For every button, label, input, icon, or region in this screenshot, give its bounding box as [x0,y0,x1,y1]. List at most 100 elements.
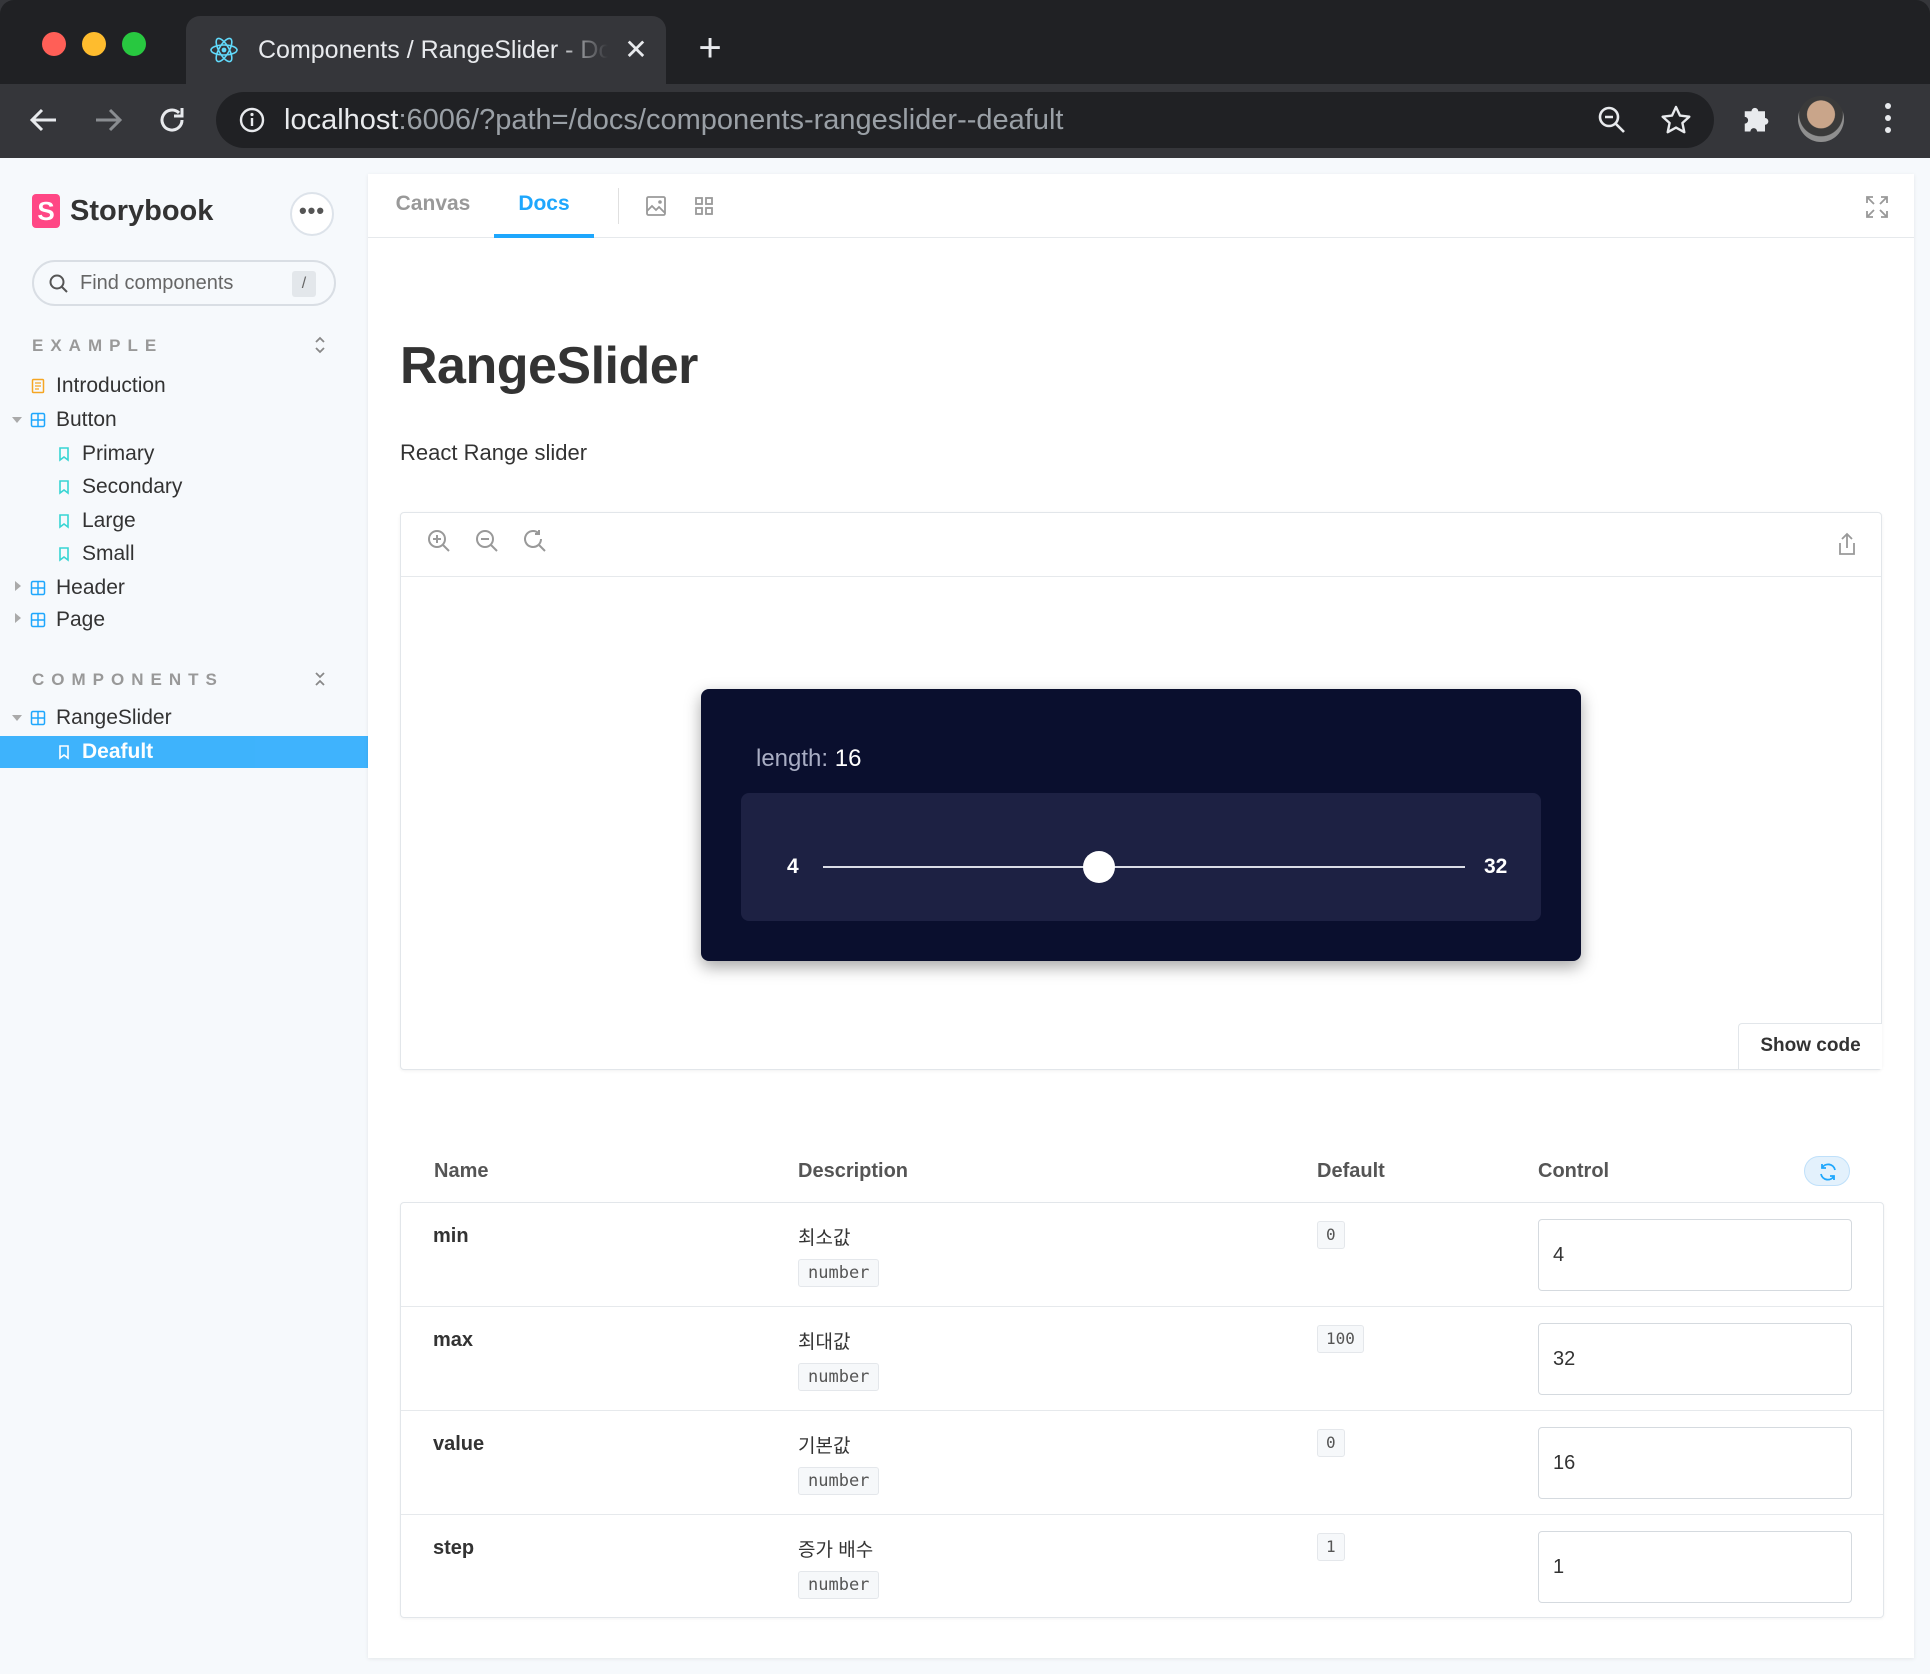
sidebar-menu-button[interactable]: ••• [290,192,334,236]
address-bar[interactable]: localhost:6006/?path=/docs/components-ra… [216,92,1714,148]
slider-max-label: 32 [1484,855,1508,878]
page-title: RangeSlider [400,337,698,395]
sidebar-item-label: Deafult [82,740,154,763]
arg-default: 100 [1317,1325,1364,1353]
arg-type: number [798,1467,880,1495]
sidebar-item-deafult[interactable]: Deafult [0,736,368,768]
info-icon[interactable] [238,106,266,134]
bookmark-icon [59,480,69,495]
sidebar-item-button[interactable]: Button [0,404,368,436]
arg-name: min [433,1225,469,1247]
zoom-out-icon[interactable] [473,527,501,555]
sidebar-item-page[interactable]: Page [0,604,368,636]
sidebar-item-label: Small [82,542,135,565]
tab-title: Components / RangeSlider - Docs [258,36,608,64]
chevron-updown-icon [315,336,325,354]
section-collapse-icon[interactable] [310,668,330,690]
arg-type: number [798,1363,880,1391]
length-value: 16 [834,745,862,772]
zoom-reset-icon[interactable] [521,527,549,555]
tab-canvas[interactable]: Canvas [392,174,474,238]
new-tab-button[interactable]: + [690,28,730,70]
brand-name: Storybook [70,194,214,227]
grid-icon[interactable] [692,194,716,218]
zoom-in-icon[interactable] [425,527,453,555]
extensions-puzzle-icon[interactable] [1738,100,1774,136]
component-icon [30,580,46,596]
share-icon[interactable] [1835,531,1859,557]
section-heading-components[interactable]: COMPONENTS [32,670,224,690]
section-heading-example[interactable]: EXAMPLE [32,336,163,356]
value-control-input[interactable] [1538,1427,1852,1499]
more-vert-icon[interactable] [1872,100,1904,136]
react-icon [210,37,238,63]
sidebar-item-primary[interactable]: Primary [0,438,368,470]
sidebar-item-header[interactable]: Header [0,572,368,604]
section-expand-icon[interactable] [310,334,330,356]
sidebar-item-label: Secondary [82,475,183,498]
reload-button[interactable] [152,100,192,140]
slider-min-label: 4 [787,855,799,878]
reload-icon [160,108,184,132]
bookmark-icon [59,514,69,529]
chevron-right-icon [15,581,21,591]
sidebar-item-small[interactable]: Small [0,538,368,570]
range-slider-card: length: 16 4 32 [701,689,1581,961]
sidebar-item-label: Introduction [56,374,166,397]
sidebar-item-label: Page [56,608,106,631]
min-control-input[interactable] [1538,1219,1852,1291]
storybook-logo[interactable]: S Storybook [32,194,213,228]
maximize-window-button[interactable] [122,32,146,56]
sidebar-item-large[interactable]: Large [0,505,368,537]
chevron-right-icon [15,613,21,623]
fullscreen-icon[interactable] [1864,194,1890,220]
sidebar-item-secondary[interactable]: Secondary [0,471,368,503]
component-icon [30,710,46,726]
arrow-left-icon [29,108,56,132]
args-table: min 최소값 number 0 max 최대값 number 100 valu… [400,1202,1884,1618]
background-image-icon[interactable] [644,194,668,218]
profile-avatar[interactable] [1798,96,1844,142]
arg-default: 0 [1317,1429,1345,1457]
search-input[interactable]: Find components / [32,260,336,306]
slider-track[interactable] [823,866,1465,868]
zoom-icon[interactable] [1596,104,1628,136]
reset-controls-button[interactable] [1804,1156,1850,1186]
preview-zoom-bar [401,513,1881,577]
tab-close-icon[interactable]: ✕ [622,36,650,64]
sidebar-item-rangeslider[interactable]: RangeSlider [0,702,368,734]
back-button[interactable] [24,100,64,140]
arg-default: 0 [1317,1221,1345,1249]
sidebar-item-label: Button [56,408,117,431]
arg-type: number [798,1259,880,1287]
close-window-button[interactable] [42,32,66,56]
tab-docs[interactable]: Docs [494,174,594,238]
arg-name: value [433,1433,485,1455]
step-control-input[interactable] [1538,1531,1852,1603]
chevron-down-icon [12,715,22,721]
sidebar-item-introduction[interactable]: Introduction [0,370,368,402]
document-icon [31,378,45,394]
url-text[interactable]: localhost:6006/?path=/docs/components-ra… [284,103,1063,137]
arg-description: 기본값 [798,1436,851,1457]
search-icon [49,274,68,293]
browser-tab[interactable]: Components / RangeSlider - Docs ✕ [186,16,666,84]
arg-description: 최대값 [798,1332,851,1353]
max-control-input[interactable] [1538,1323,1852,1395]
arg-type: number [798,1571,880,1599]
browser-chrome: Components / RangeSlider - Docs ✕ + loca… [0,0,1930,158]
bookmark-icon [59,547,69,562]
forward-button[interactable] [88,100,128,140]
slider-thumb[interactable] [1083,851,1116,883]
arg-default: 1 [1317,1533,1345,1561]
url-path: :6006/?path=/docs/components-rangeslider… [398,104,1064,136]
bookmark-star-icon[interactable] [1660,104,1692,136]
bookmark-icon [59,447,69,462]
column-header-control: Control [1538,1160,1610,1182]
column-header-name: Name [434,1160,489,1182]
column-header-description: Description [798,1160,909,1182]
arg-name: step [433,1537,475,1559]
show-code-button[interactable]: Show code [1738,1023,1882,1069]
minimize-window-button[interactable] [82,32,106,56]
length-readout: length: 16 [756,745,861,773]
